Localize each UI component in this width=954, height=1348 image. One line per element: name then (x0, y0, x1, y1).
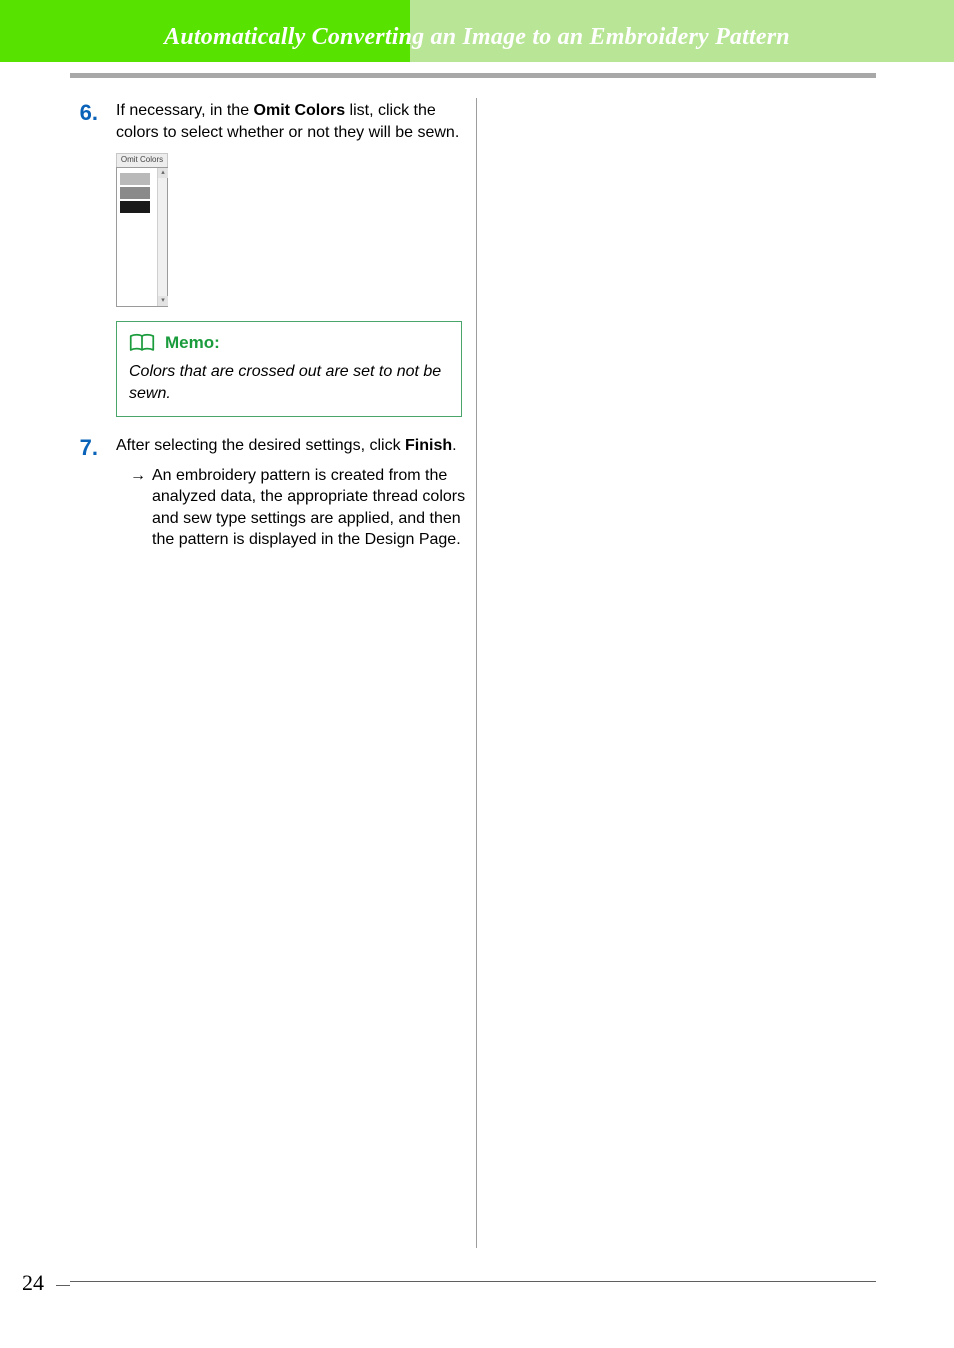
column-divider (476, 98, 477, 1248)
memo-callout: Memo: Colors that are crossed out are se… (116, 321, 462, 417)
step-bold: Finish (405, 437, 452, 454)
arrow-right-icon: → (130, 465, 146, 487)
color-swatch[interactable] (120, 201, 150, 213)
content-column: 6. If necessary, in the Omit Colors list… (70, 100, 470, 569)
book-icon (129, 333, 155, 353)
memo-title: Memo: (165, 332, 220, 355)
scrollbar[interactable]: ▴ ▾ (157, 168, 167, 306)
scroll-up-icon[interactable]: ▴ (158, 168, 168, 178)
memo-header: Memo: (129, 332, 449, 355)
result-text: An embroidery pattern is created from th… (152, 465, 470, 551)
omit-colors-label: Omit Colors (116, 153, 168, 167)
omit-colors-listbox[interactable]: ▴ ▾ (116, 167, 168, 307)
step-bold: Omit Colors (254, 102, 346, 119)
page-root: Automatically Converting an Image to an … (0, 0, 954, 1348)
memo-body: Colors that are crossed out are set to n… (129, 361, 449, 404)
page-title: Automatically Converting an Image to an … (0, 24, 954, 51)
footer-tick (56, 1285, 70, 1286)
scroll-down-icon[interactable]: ▾ (158, 296, 168, 306)
step-body: If necessary, in the Omit Colors list, c… (116, 100, 470, 417)
step-number: 7. (70, 435, 98, 551)
step-text: After selecting the desired settings, cl… (116, 437, 405, 454)
step-7: 7. After selecting the desired settings,… (70, 435, 470, 551)
footer-divider (70, 1281, 876, 1282)
step-text: If necessary, in the (116, 102, 254, 119)
color-swatch[interactable] (120, 173, 150, 185)
omit-colors-panel: Omit Colors ▴ ▾ (116, 153, 174, 307)
header-divider (70, 73, 876, 78)
color-swatch[interactable] (120, 187, 150, 199)
step-6: 6. If necessary, in the Omit Colors list… (70, 100, 470, 417)
page-number: 24 (22, 1270, 44, 1296)
step-body: After selecting the desired settings, cl… (116, 435, 470, 551)
step-text: . (452, 437, 456, 454)
step-number: 6. (70, 100, 98, 417)
result-line: → An embroidery pattern is created from … (130, 465, 470, 551)
